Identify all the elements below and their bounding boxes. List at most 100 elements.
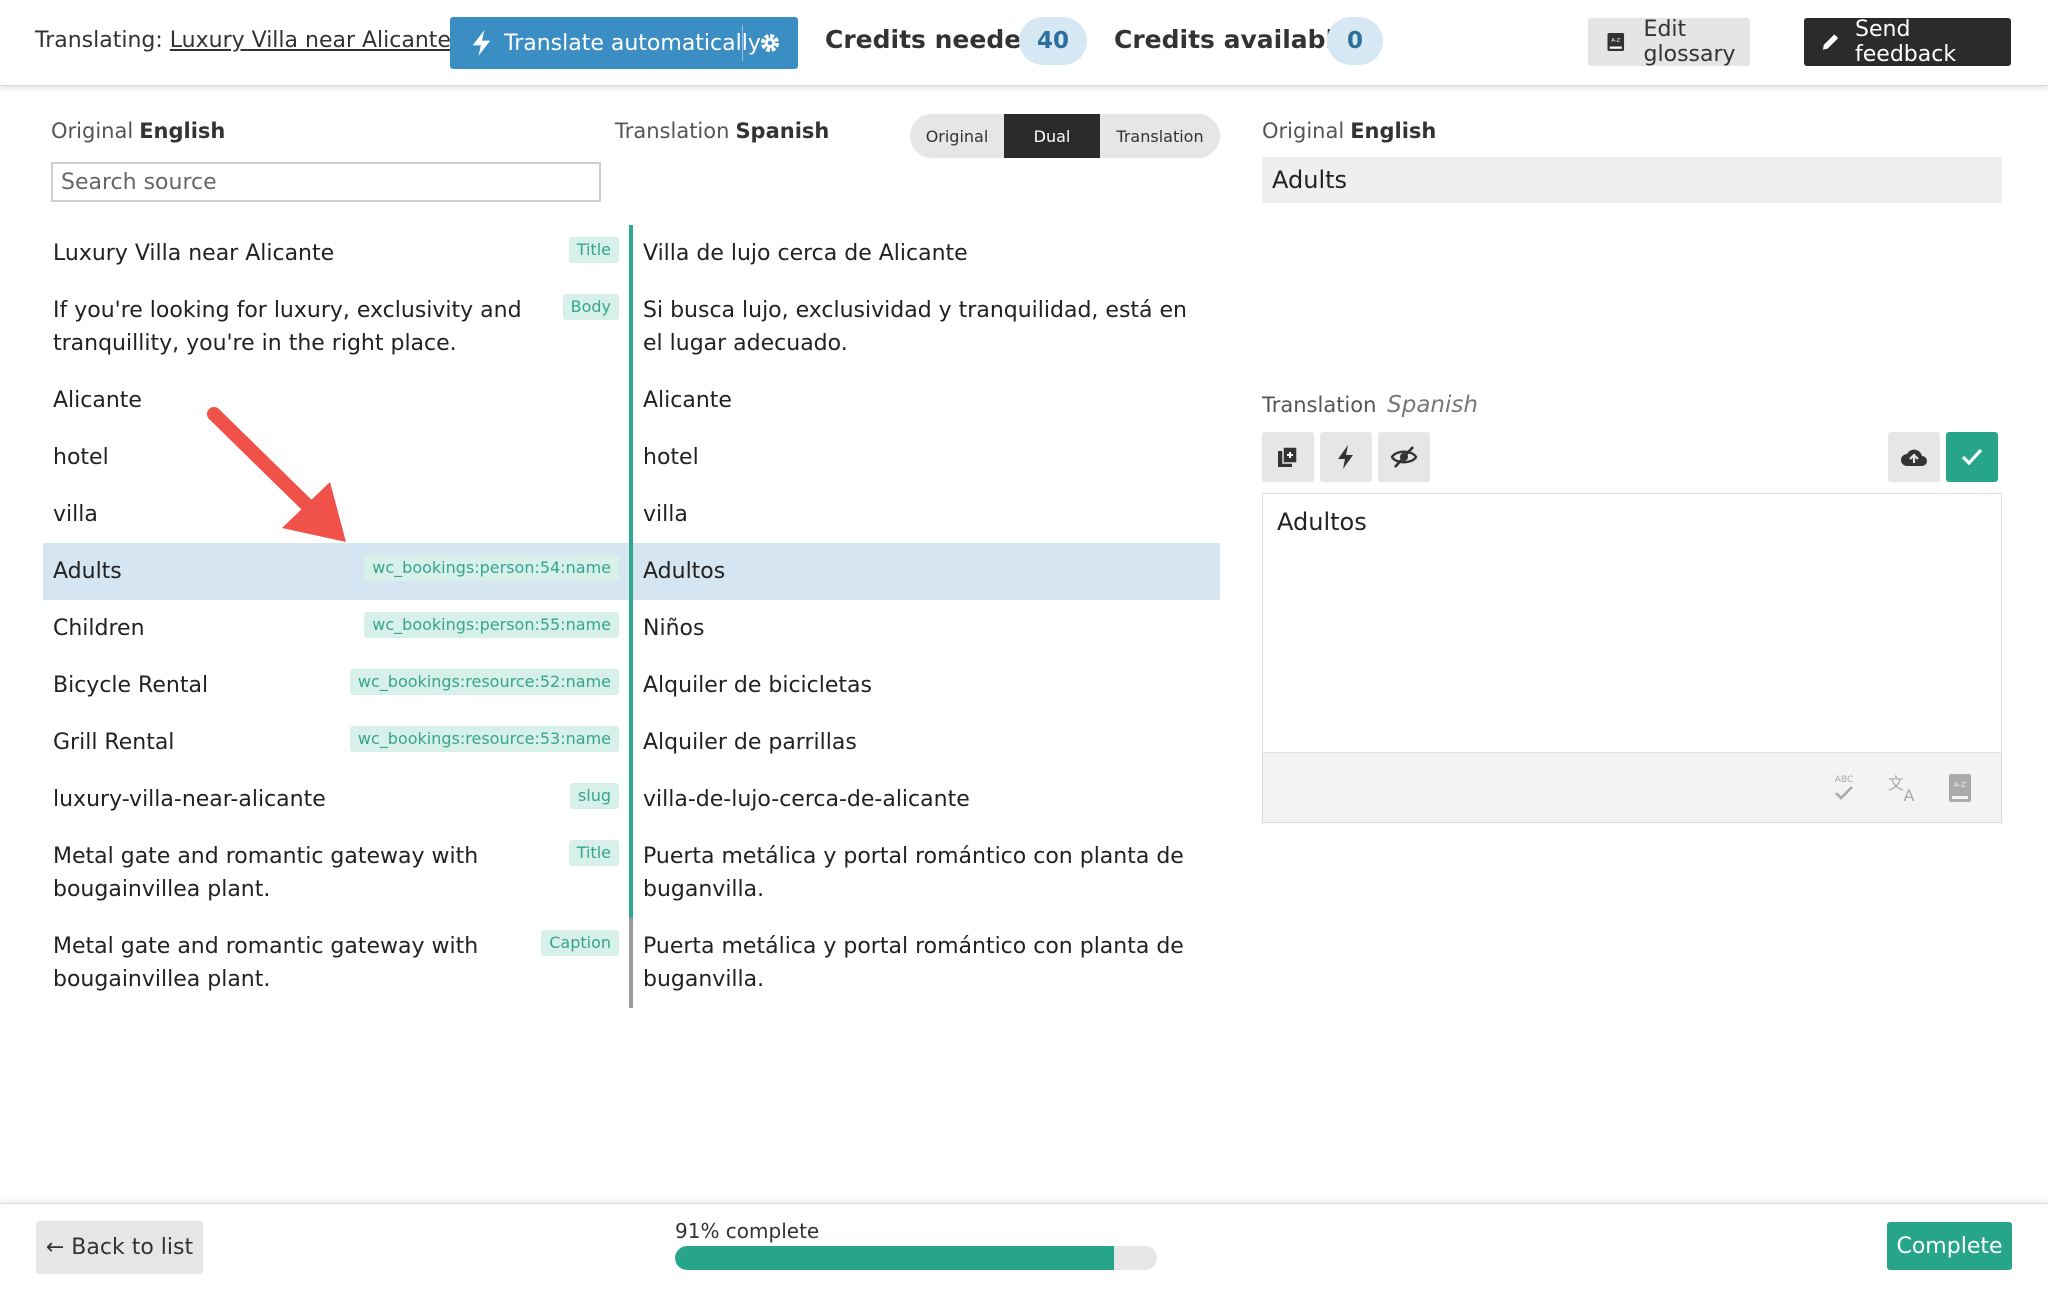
edit-glossary-label: Edit glossary: [1643, 17, 1736, 67]
auto-translate-segment-button[interactable]: [1320, 432, 1372, 482]
copy-original-button[interactable]: [1262, 432, 1314, 482]
progress-bar-fill: [675, 1246, 1114, 1270]
field-tag: wc_bookings:resource:52:name: [349, 669, 619, 695]
source-cell[interactable]: luxury-villa-near-alicante slug: [43, 771, 629, 828]
source-cell[interactable]: Bicycle Rental wc_bookings:resource:52:na…: [43, 657, 629, 714]
source-cell[interactable]: Metal gate and romantic gateway with bou…: [43, 828, 629, 918]
target-cell[interactable]: Niños: [629, 600, 1220, 657]
segment-row[interactable]: Metal gate and romantic gateway with bou…: [43, 918, 1220, 1008]
source-cell[interactable]: Metal gate and romantic gateway with bou…: [43, 918, 629, 1008]
svg-text:A-Z: A-Z: [1611, 38, 1620, 44]
progress-label: 91% complete: [675, 1219, 820, 1243]
credits-available-label: Credits available: [1114, 25, 1352, 54]
button-divider: [742, 25, 743, 61]
checkmark-icon: [1961, 448, 1983, 466]
back-to-list-button[interactable]: ← Back to list: [36, 1221, 203, 1274]
credits-needed-label: Credits needed: [825, 25, 1040, 54]
bottom-bar: ← Back to list 91% complete Complete: [0, 1203, 2048, 1290]
source-text: luxury-villa-near-alicante: [53, 787, 326, 812]
target-cell[interactable]: Puerta metálica y portal romántico con p…: [629, 828, 1220, 918]
target-cell[interactable]: villa: [629, 486, 1220, 543]
editor-translation-language: Spanish: [1387, 392, 1478, 418]
gear-icon[interactable]: [758, 31, 782, 55]
lightning-icon: [1338, 445, 1353, 469]
field-tag: wc_bookings:person:55:name: [364, 612, 619, 638]
spellcheck-icon[interactable]: ABC: [1827, 771, 1861, 805]
source-cell[interactable]: Grill Rental wc_bookings:resource:53:name: [43, 714, 629, 771]
original-language: English: [139, 119, 226, 143]
editor-original-language: English: [1350, 119, 1437, 143]
target-cell[interactable]: Villa de lujo cerca de Alicante: [629, 225, 1220, 282]
copy-icon: [1278, 446, 1298, 467]
original-label: Original: [51, 119, 134, 143]
translation-textarea[interactable]: Adultos: [1263, 494, 2001, 752]
annotation-arrow: [207, 407, 346, 542]
target-cell[interactable]: Alquiler de parrillas: [629, 714, 1220, 771]
complete-button[interactable]: Complete: [1887, 1222, 2012, 1270]
progress-bar: [675, 1246, 1157, 1270]
edit-glossary-button[interactable]: A-Z Edit glossary: [1588, 17, 1750, 67]
target-cell[interactable]: villa-de-lujo-cerca-de-alicante: [629, 771, 1220, 828]
field-tag: wc_bookings:person:54:name: [364, 555, 619, 581]
segment-row[interactable]: Bicycle Rental wc_bookings:resource:52:na…: [43, 657, 1220, 714]
translate-automatically-button[interactable]: Translate automatically: [450, 17, 798, 69]
top-toolbar: Translating: Luxury Villa near Alicante …: [0, 0, 2048, 86]
target-cell[interactable]: Adultos: [629, 543, 1220, 600]
original-text-display: Adults: [1262, 157, 2002, 203]
svg-text:文: 文: [1888, 774, 1904, 793]
source-cell[interactable]: Adults wc_bookings:person:54:name: [43, 543, 629, 600]
source-text: If you're looking for luxury, exclusivit…: [53, 298, 522, 356]
field-tag: wc_bookings:resource:53:name: [349, 726, 619, 752]
target-cell[interactable]: Alicante: [629, 372, 1220, 429]
view-original-option[interactable]: Original: [910, 114, 1004, 158]
translation-editor: Adultos ABC 文 A A-Z: [1262, 493, 2002, 823]
search-source-input[interactable]: [51, 162, 601, 202]
glossary-book-icon: A-Z: [1607, 32, 1625, 52]
translating-info: Translating: Luxury Villa near Alicante: [35, 28, 478, 53]
send-feedback-label: Send feedback: [1855, 17, 1957, 67]
target-cell[interactable]: Si busca lujo, exclusividad y tranquilid…: [629, 282, 1220, 372]
segment-row[interactable]: Grill Rental wc_bookings:resource:53:name…: [43, 714, 1220, 771]
field-tag: Title: [568, 237, 619, 263]
editor-original-label: Original: [1262, 119, 1345, 143]
view-translation-option[interactable]: Translation: [1100, 114, 1220, 158]
segment-row[interactable]: If you're looking for luxury, exclusivit…: [43, 282, 1220, 372]
hide-segment-button[interactable]: [1378, 432, 1430, 482]
translating-label: Translating:: [35, 28, 163, 53]
segment-row[interactable]: Metal gate and romantic gateway with bou…: [43, 828, 1220, 918]
field-tag: slug: [569, 783, 619, 809]
editor-translation-label: Translation: [1262, 393, 1377, 417]
save-cloud-button[interactable]: [1888, 432, 1940, 482]
credits-needed-badge: 40: [1019, 17, 1087, 65]
translation-language: Spanish: [735, 119, 830, 143]
send-feedback-button[interactable]: Send feedback: [1804, 17, 2011, 67]
pencil-icon: [1822, 34, 1839, 50]
document-title-link[interactable]: Luxury Villa near Alicante: [170, 28, 451, 53]
glossary-book-icon[interactable]: A-Z: [1943, 771, 1977, 805]
view-dual-option[interactable]: Dual: [1004, 114, 1100, 158]
target-cell[interactable]: hotel: [629, 429, 1220, 486]
field-tag: Caption: [541, 930, 619, 956]
translate-language-icon[interactable]: 文 A: [1885, 771, 1919, 805]
source-cell[interactable]: If you're looking for luxury, exclusivit…: [43, 282, 629, 372]
field-tag: Title: [568, 840, 619, 866]
segment-row[interactable]: Luxury Villa near Alicante Title Villa de …: [43, 225, 1220, 282]
cloud-upload-icon: [1901, 449, 1927, 466]
editor-translation-heading: Translation Spanish: [1262, 392, 1478, 418]
target-cell[interactable]: Alquiler de bicicletas: [629, 657, 1220, 714]
target-cell[interactable]: Puerta metálica y portal romántico con p…: [629, 918, 1220, 1008]
source-cell[interactable]: Children wc_bookings:person:55:name: [43, 600, 629, 657]
segment-row[interactable]: luxury-villa-near-alicante slug villa-de-l…: [43, 771, 1220, 828]
source-cell[interactable]: Luxury Villa near Alicante Title: [43, 225, 629, 282]
segment-list: Luxury Villa near Alicante Title Villa de …: [43, 225, 1220, 1008]
confirm-translation-button[interactable]: [1946, 432, 1998, 482]
segment-row[interactable]: Adults wc_bookings:person:54:name Adultos: [43, 543, 1220, 600]
eye-slash-icon: [1390, 446, 1418, 468]
field-tag: Body: [562, 294, 619, 320]
source-column-heading: Original English: [51, 119, 225, 143]
editor-original-heading: Original English: [1262, 119, 1436, 143]
segment-row[interactable]: Children wc_bookings:person:55:name Niños: [43, 600, 1220, 657]
view-mode-toggle: Original Dual Translation: [910, 114, 1220, 158]
translation-label: Translation: [615, 119, 730, 143]
lightning-icon: [472, 30, 491, 56]
